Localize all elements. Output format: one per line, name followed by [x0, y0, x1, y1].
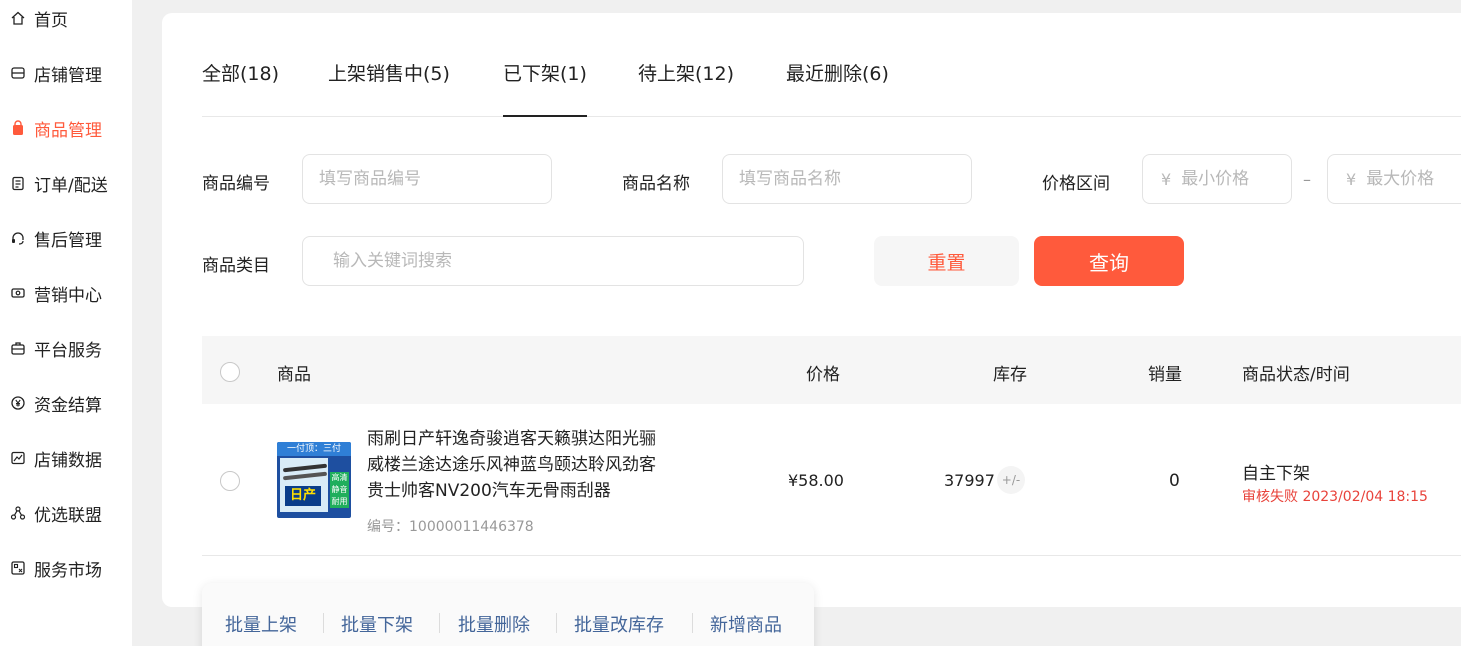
sidebar: 首页 店铺管理 商品管理 订单/配送 售后管理 营销中心 平台服务 资金结算 店…	[0, 0, 132, 646]
batch-edit-stock-button[interactable]: 批量改库存	[574, 611, 664, 637]
yen-coin-icon	[10, 395, 26, 411]
tab-recently-deleted[interactable]: 最近删除(6)	[786, 59, 889, 86]
yen-icon: ¥	[1161, 169, 1172, 189]
product-status-detail: 审核失败 2023/02/04 18:15	[1242, 489, 1428, 505]
price-separator: –	[1303, 170, 1311, 189]
yen-icon: ¥	[1346, 169, 1357, 189]
tab-delisted[interactable]: 已下架(1)	[503, 59, 587, 117]
sidebar-item-label: 服务市场	[34, 560, 102, 581]
store-icon	[10, 65, 26, 81]
column-product: 商品	[277, 365, 311, 385]
min-price-input[interactable]	[1181, 169, 1282, 189]
category-search-input[interactable]	[302, 236, 804, 286]
column-status: 商品状态/时间	[1242, 365, 1350, 385]
tab-on-sale[interactable]: 上架销售中(5)	[328, 59, 450, 86]
max-price-input[interactable]	[1366, 169, 1461, 189]
divider	[323, 613, 324, 633]
product-status: 自主下架	[1242, 464, 1310, 484]
product-price: ¥58.00	[788, 471, 844, 490]
table-row: 一付顶：三付 日产 高清静音耐用 雨刷日产轩逸奇骏逍客天籁骐达阳光骊威楼兰途达途…	[202, 404, 1461, 556]
column-stock: 库存	[993, 365, 1027, 385]
sidebar-item-label: 营销中心	[34, 285, 102, 306]
batch-delete-button[interactable]: 批量删除	[458, 611, 530, 637]
product-title[interactable]: 雨刷日产轩逸奇骏逍客天籁骐达阳光骊威楼兰途达途乐风神蓝鸟颐达聆风劲客贵士帅客NV…	[367, 426, 667, 504]
select-all-radio[interactable]	[220, 362, 240, 382]
sidebar-item-settlement[interactable]: 资金结算	[10, 391, 102, 416]
max-price-field[interactable]: ¥	[1327, 154, 1461, 204]
product-thumbnail[interactable]: 一付顶：三付 日产 高清静音耐用	[277, 442, 351, 518]
sidebar-item-label: 售后管理	[34, 230, 102, 251]
briefcase-icon	[10, 340, 26, 356]
batch-delist-button[interactable]: 批量下架	[341, 611, 413, 637]
product-name-label: 商品名称	[622, 174, 690, 194]
product-list-card: 全部(18) 上架销售中(5) 已下架(1) 待上架(12) 最近删除(6) 商…	[162, 13, 1461, 607]
sidebar-item-store[interactable]: 店铺管理	[10, 61, 102, 86]
divider	[439, 613, 440, 633]
reset-button[interactable]: 重置	[874, 236, 1019, 286]
sidebar-item-label: 店铺数据	[34, 450, 102, 471]
shopping-bag-icon	[10, 120, 26, 136]
status-tabs: 全部(18) 上架销售中(5) 已下架(1) 待上架(12) 最近删除(6)	[202, 13, 1461, 117]
ticket-icon	[10, 285, 26, 301]
column-sales: 销量	[1148, 365, 1182, 385]
product-name-input[interactable]	[722, 154, 972, 204]
sidebar-item-aftersales[interactable]: 售后管理	[10, 226, 102, 251]
category-label: 商品类目	[202, 256, 270, 276]
tab-pending[interactable]: 待上架(12)	[638, 59, 734, 86]
sidebar-item-home[interactable]: 首页	[10, 6, 68, 31]
sidebar-item-label: 资金结算	[34, 395, 102, 416]
divider	[692, 613, 693, 633]
chart-icon	[10, 450, 26, 466]
product-stock: 37997	[944, 471, 995, 490]
sidebar-item-alliance[interactable]: 优选联盟	[10, 501, 102, 526]
sidebar-item-products[interactable]: 商品管理	[10, 116, 102, 141]
product-code-label: 商品编号	[202, 174, 270, 194]
divider	[556, 613, 557, 633]
price-range-label: 价格区间	[1042, 174, 1110, 194]
headset-icon	[10, 230, 26, 246]
column-price: 价格	[806, 365, 840, 385]
product-code: 编号：10000011446378	[367, 519, 534, 535]
table-header: 商品 价格 库存 销量 商品状态/时间	[202, 336, 1461, 404]
sidebar-item-label: 订单/配送	[34, 175, 108, 196]
grid-icon	[10, 560, 26, 576]
min-price-field[interactable]: ¥	[1142, 154, 1292, 204]
product-code-input[interactable]	[302, 154, 552, 204]
sidebar-item-orders[interactable]: 订单/配送	[10, 171, 108, 196]
row-select-radio[interactable]	[220, 471, 240, 491]
tab-all[interactable]: 全部(18)	[202, 59, 279, 86]
clipboard-icon	[10, 175, 26, 191]
sidebar-item-store-data[interactable]: 店铺数据	[10, 446, 102, 471]
sidebar-item-label: 店铺管理	[34, 65, 102, 86]
edit-stock-button[interactable]: +/-	[997, 466, 1025, 494]
sidebar-item-label: 平台服务	[34, 340, 102, 361]
sidebar-item-label: 首页	[34, 10, 68, 31]
sidebar-item-platform-services[interactable]: 平台服务	[10, 336, 102, 361]
home-icon	[10, 10, 26, 26]
sidebar-item-marketing[interactable]: 营销中心	[10, 281, 102, 306]
sidebar-item-label: 优选联盟	[34, 505, 102, 526]
product-sales: 0	[1169, 471, 1180, 491]
query-button[interactable]: 查询	[1034, 236, 1184, 286]
batch-action-bar: 批量上架 批量下架 批量删除 批量改库存 新增商品	[202, 583, 814, 646]
batch-list-button[interactable]: 批量上架	[225, 611, 297, 637]
sidebar-item-service-market[interactable]: 服务市场	[10, 556, 102, 581]
sidebar-item-label: 商品管理	[34, 120, 102, 141]
add-product-button[interactable]: 新增商品	[710, 611, 782, 637]
network-icon	[10, 505, 26, 521]
